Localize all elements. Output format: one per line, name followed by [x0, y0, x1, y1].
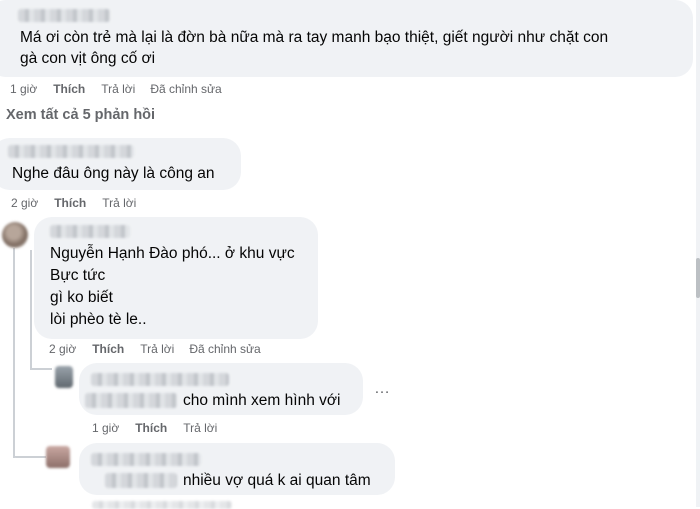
blurred-author-name — [8, 145, 134, 158]
blurred-author-name — [91, 373, 229, 386]
reply-button[interactable]: Trả lời — [102, 196, 136, 210]
blurred-author-name — [18, 9, 110, 22]
edited-label: Đã chỉnh sửa — [189, 342, 261, 356]
reply-bubble-2: nhiều vợ quá k ai quan tâm — [79, 443, 395, 495]
reply-button[interactable]: Trả lời — [140, 342, 174, 356]
reply-button[interactable]: Trả lời — [101, 82, 135, 96]
reply-connector — [30, 368, 52, 370]
comment-actions-1: 1 giờ Thích Trả lời Đã chỉnh sửa — [10, 82, 222, 96]
reply-button[interactable]: Trả lời — [183, 421, 217, 435]
like-button[interactable]: Thích — [92, 342, 124, 356]
timestamp: 2 giờ — [49, 342, 77, 356]
reply-thread-line — [13, 248, 15, 458]
comment-text-line: gì ko biết — [50, 289, 113, 306]
edited-label: Đã chỉnh sửa — [150, 82, 222, 96]
comment-text-line: Nghe đâu ông này là công an — [12, 165, 215, 182]
reply-actions-1: 1 giờ Thích Trả lời — [92, 421, 217, 435]
reply-connector — [14, 456, 46, 458]
scrollbar[interactable] — [696, 0, 700, 507]
comment-text-line: Nguyễn Hạnh Đào phó... ở khu vực — [50, 245, 295, 262]
comment-text-line: lòi phèo tè le.. — [50, 311, 147, 328]
comment-text-line: Má ơi còn trẻ mà lại là đờn bà nữa mà ra… — [20, 29, 609, 46]
comment-text-line: Bực tức — [50, 267, 106, 284]
like-button[interactable]: Thích — [135, 421, 167, 435]
avatar[interactable] — [55, 366, 73, 388]
comment-text-line: gà con vịt ông cố ơi — [20, 50, 156, 67]
view-all-replies-link[interactable]: Xem tất cả 5 phản hồi — [6, 107, 155, 123]
reply-bubble-1: cho mình xem hình với — [79, 363, 363, 415]
scrollbar-thumb[interactable] — [696, 258, 700, 298]
timestamp: 1 giờ — [92, 421, 120, 435]
blurred-mention — [85, 393, 177, 408]
comment-actions-3: 2 giờ Thích Trả lời Đã chỉnh sửa — [49, 342, 261, 356]
blurred-author-name — [91, 453, 201, 466]
comment-actions-2: 2 giờ Thích Trả lời — [11, 196, 136, 210]
timestamp: 1 giờ — [10, 82, 38, 96]
comment-bubble-2: Nghe đâu ông này là công an — [0, 138, 241, 190]
comment-text: cho mình xem hình với — [183, 392, 341, 409]
avatar[interactable] — [2, 222, 28, 248]
blurred-reply-actions — [92, 501, 232, 509]
avatar[interactable] — [46, 446, 70, 468]
like-button[interactable]: Thích — [54, 196, 86, 210]
blurred-mention — [105, 473, 177, 488]
comment-text: nhiều vợ quá k ai quan tâm — [183, 472, 371, 489]
timestamp: 2 giờ — [11, 196, 39, 210]
more-options-icon[interactable]: … — [374, 380, 391, 398]
comment-bubble-1: Má ơi còn trẻ mà lại là đờn bà nữa mà ra… — [0, 0, 693, 77]
blurred-author-name — [50, 225, 130, 238]
comment-bubble-3: Nguyễn Hạnh Đào phó... ở khu vực Bực tức… — [34, 217, 318, 339]
reply-thread-line-nested — [30, 250, 32, 370]
like-button[interactable]: Thích — [53, 82, 85, 96]
